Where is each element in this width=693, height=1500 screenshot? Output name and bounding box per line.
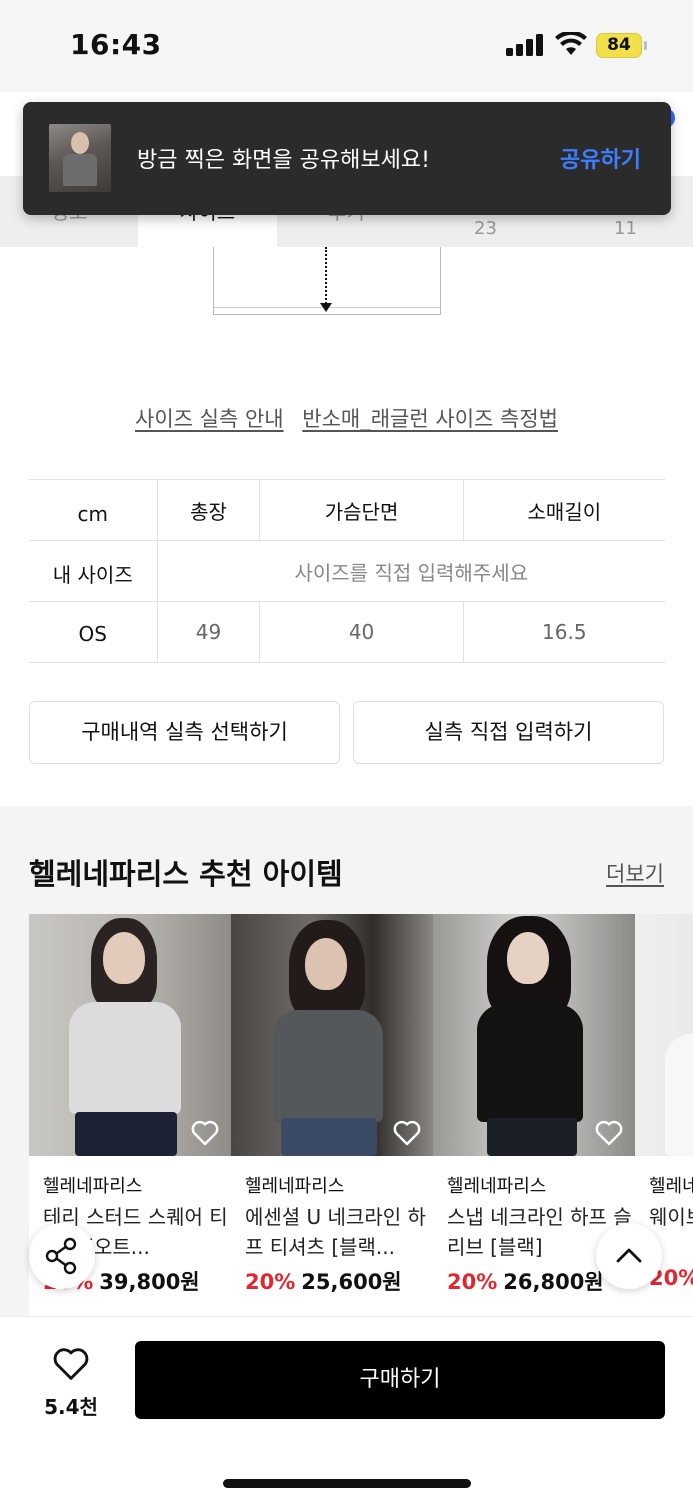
screenshot-thumbnail[interactable]	[49, 124, 111, 192]
cellular-signal-icon	[506, 34, 544, 56]
battery-tip	[644, 41, 647, 50]
size-label: OS	[29, 601, 157, 663]
heart-icon[interactable]	[393, 1120, 421, 1146]
status-time: 16:43	[70, 28, 162, 61]
size-method-guide-link[interactable]: 반소매_래글런 사이즈 측정법	[302, 407, 558, 431]
tab-qna-count: 23	[474, 218, 497, 239]
arrowhead-icon	[320, 303, 332, 312]
sleeve-value: 16.5	[462, 601, 665, 663]
header-sleeve: 소매길이	[462, 479, 665, 541]
share-button[interactable]: 공유하기	[560, 142, 641, 174]
chest-value: 40	[259, 601, 464, 663]
share-toast: 방금 찍은 화면을 공유해보세요! 공유하기	[23, 102, 671, 215]
header-unit: cm	[29, 479, 157, 541]
tab-other-count: 11	[614, 218, 637, 239]
heart-icon	[53, 1348, 89, 1380]
my-size-label: 내 사이즈	[29, 540, 157, 602]
size-diagram	[213, 247, 441, 315]
share-icon	[45, 1237, 77, 1275]
product-price-row: 20% 25,600원	[245, 1266, 402, 1296]
select-history-measure-button[interactable]: 구매내역 실측 선택하기	[29, 701, 340, 764]
length-arrow	[325, 247, 327, 307]
discount-rate: 20%	[447, 1270, 498, 1294]
like-count: 5.4천	[44, 1395, 98, 1419]
product-price: 26,800원	[503, 1270, 604, 1294]
discount-rate: 20%	[245, 1270, 296, 1294]
more-link[interactable]: 더보기	[606, 858, 664, 888]
scroll-top-button[interactable]	[596, 1223, 662, 1289]
status-bar: 16:43 84	[0, 0, 693, 92]
product-brand: 헬레네파리스	[245, 1176, 345, 1197]
product-price-row: 20% 26,800원	[447, 1266, 604, 1296]
home-indicator	[223, 1479, 471, 1488]
product-card[interactable]: 헬레네파리스 에센셜 U 네크라인 하프 티셔츠 [블랙... 20% 25,60…	[231, 914, 433, 1316]
size-table-header: cm 총장 가슴단면 소매길이	[29, 479, 665, 541]
product-image	[635, 914, 693, 1156]
heart-icon[interactable]	[595, 1120, 623, 1146]
enter-measure-button[interactable]: 실측 직접 입력하기	[353, 701, 664, 764]
table-row: OS 49 40 16.5	[29, 601, 665, 663]
chevron-up-icon	[616, 1248, 642, 1263]
header-total-length: 총장	[156, 479, 260, 541]
buy-button[interactable]: 구매하기	[135, 1341, 665, 1419]
size-table: cm 총장 가슴단면 소매길이 내 사이즈 사이즈를 직접 입력해주세요 OS …	[29, 479, 665, 663]
product-brand: 헬레네파리스	[43, 1176, 143, 1197]
header-chest: 가슴단면	[259, 479, 464, 541]
toast-message: 방금 찍은 화면을 공유해보세요!	[137, 148, 430, 173]
share-float-button[interactable]	[29, 1223, 95, 1289]
product-brand: 헬레네파리스	[649, 1176, 693, 1197]
product-brand: 헬레네파리스	[447, 1176, 547, 1197]
recommendation-carousel[interactable]: 헬레네파리스 테리 스터드 스퀘어 티셔츠 [오트... 20%39,800원 …	[29, 914, 693, 1316]
like-button[interactable]: 5.4천	[36, 1347, 106, 1420]
wifi-icon	[555, 32, 587, 55]
heart-icon[interactable]	[191, 1120, 219, 1146]
product-name: 에센셜 U 네크라인 하프 티셔츠 [블랙...	[245, 1205, 426, 1259]
size-guide-links: 사이즈 실측 안내 반소매_래글런 사이즈 측정법	[0, 403, 693, 433]
size-measure-guide-link[interactable]: 사이즈 실측 안내	[135, 407, 284, 431]
recommendation-title: 헬레네파리스 추천 아이템	[29, 857, 343, 891]
product-price: 25,600원	[301, 1270, 402, 1294]
my-size-row[interactable]: 내 사이즈 사이즈를 직접 입력해주세요	[29, 540, 665, 602]
battery-level: 84	[607, 35, 631, 55]
total-length-value: 49	[156, 601, 260, 663]
my-size-input[interactable]: 사이즈를 직접 입력해주세요	[156, 540, 665, 602]
battery-icon: 84	[596, 33, 642, 58]
bottom-action-bar: 5.4천 구매하기	[0, 1316, 693, 1500]
product-price: 39,800원	[99, 1270, 200, 1294]
